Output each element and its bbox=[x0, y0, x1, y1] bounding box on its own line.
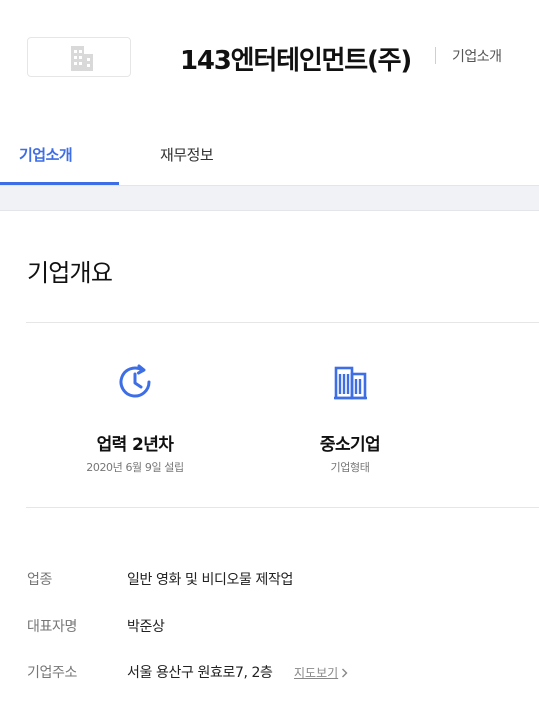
info-label-address: 기업주소 bbox=[27, 665, 77, 681]
section-separator-band bbox=[0, 186, 539, 211]
stat-age-founded-date: 2020년 6월 9일 설립 bbox=[86, 461, 184, 474]
info-value-address: 서울 용산구 원효로7, 2층 bbox=[127, 665, 273, 681]
tab-company-intro[interactable]: 기업소개 bbox=[19, 144, 73, 165]
map-view-label: 지도보기 bbox=[294, 666, 339, 680]
info-value-industry: 일반 영화 및 비디오물 제작업 bbox=[127, 572, 293, 588]
active-tab-indicator bbox=[0, 182, 119, 185]
overview-top-divider bbox=[26, 322, 539, 323]
info-value-ceo: 박준상 bbox=[127, 619, 165, 635]
info-label-industry: 업종 bbox=[27, 572, 52, 588]
stat-company-age: 업력 2년차 2020년 6월 9일 설립 bbox=[35, 360, 235, 474]
header-divider bbox=[435, 47, 436, 64]
stat-company-type: 중소기업 기업형태 bbox=[250, 360, 450, 474]
clock-icon bbox=[113, 360, 157, 404]
company-name: 143엔터테인먼트(주) bbox=[180, 46, 412, 76]
overview-title: 기업개요 bbox=[27, 259, 113, 287]
header-section-label: 기업소개 bbox=[452, 49, 502, 65]
chevron-right-icon bbox=[342, 668, 348, 677]
map-view-link[interactable]: 지도보기 bbox=[294, 664, 348, 681]
stat-type-label: 기업형태 bbox=[330, 461, 370, 474]
company-logo-placeholder bbox=[27, 37, 131, 77]
info-label-ceo: 대표자명 bbox=[27, 619, 77, 635]
tab-financial-info[interactable]: 재무정보 bbox=[160, 144, 214, 165]
overview-bottom-divider bbox=[26, 507, 539, 508]
stat-type-value: 중소기업 bbox=[319, 435, 381, 455]
stat-age-value: 업력 2년차 bbox=[96, 435, 174, 455]
building-icon bbox=[328, 360, 372, 404]
building-placeholder-icon bbox=[71, 46, 93, 71]
tab-bar: 기업소개 재무정보 bbox=[0, 118, 539, 186]
company-header: 143엔터테인먼트(주) 기업소개 bbox=[0, 0, 539, 118]
